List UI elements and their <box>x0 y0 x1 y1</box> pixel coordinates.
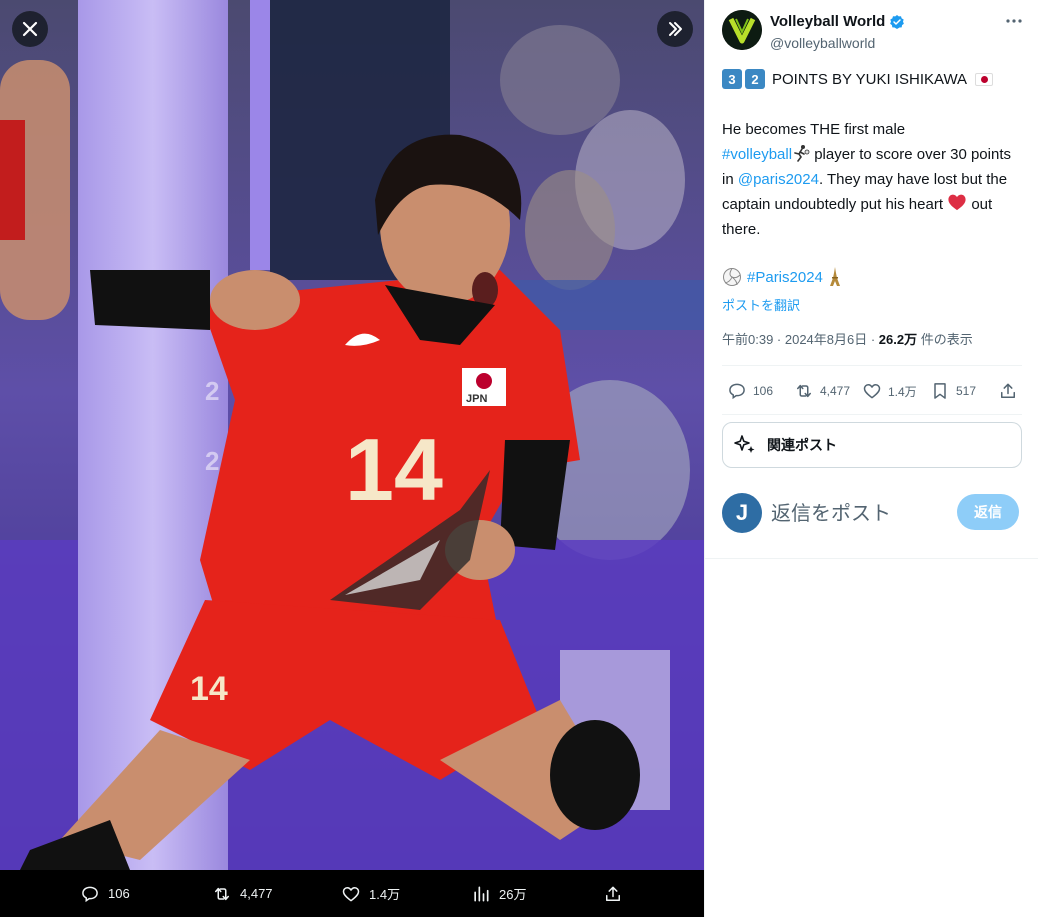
hashtag-line: #Paris2024 <box>722 267 842 287</box>
sparkle-icon <box>734 435 755 453</box>
media-like-button[interactable]: 1.4万 <box>341 870 400 917</box>
media-view-count: 26万 <box>499 887 527 902</box>
reply-icon <box>82 886 98 902</box>
tweet-action-bar: 106 4,477 1.4万 517 <box>722 372 1022 410</box>
divider <box>705 558 1038 559</box>
share-icon <box>1001 383 1015 398</box>
related-posts-label: 関連ポスト <box>767 437 837 453</box>
reply-icon <box>729 383 745 400</box>
expand-panel-button[interactable] <box>657 11 693 47</box>
author-avatar[interactable] <box>722 10 762 50</box>
body-text-1: He becomes THE first male <box>722 121 906 138</box>
heart-icon <box>342 886 360 901</box>
headline-text: POINTS BY YUKI ISHIKAWA <box>772 70 968 88</box>
reply-count: 106 <box>753 384 774 398</box>
like-button[interactable]: 1.4万 <box>862 372 917 410</box>
media-action-bar: 106 4,477 1.4万 26万 <box>0 870 704 917</box>
more-options-button[interactable] <box>1001 8 1027 34</box>
tweet-photo: 14 14 JPN 2 2 <box>0 0 704 870</box>
share-icon <box>606 886 620 901</box>
media-reply-count: 106 <box>108 886 130 901</box>
tweet-headline: 3 2 POINTS BY YUKI ISHIKAWA <box>722 69 994 89</box>
share-button[interactable] <box>998 372 1018 410</box>
current-user-avatar[interactable]: J <box>722 493 762 533</box>
media-repost-count: 4,477 <box>240 886 273 901</box>
japan-flag-icon <box>975 72 994 86</box>
like-count: 1.4万 <box>888 384 917 399</box>
mention-paris2024-link[interactable]: @paris2024 <box>738 171 819 188</box>
related-posts-button[interactable]: 関連ポスト <box>722 422 1022 468</box>
author-handle[interactable]: @volleyballworld <box>770 35 875 51</box>
svg-text:2: 2 <box>205 446 219 476</box>
reply-input[interactable] <box>771 497 951 529</box>
tweet-meta: 午前0:39 · 2024年8月6日 · 26.2万 件の表示 <box>722 329 973 348</box>
repost-icon <box>215 887 229 900</box>
red-heart-emoji-icon <box>948 194 966 211</box>
views-bar-chart-icon <box>474 886 489 901</box>
volleyball-world-logo <box>722 10 762 50</box>
svg-text:JPN: JPN <box>466 393 487 405</box>
divider <box>722 365 1022 366</box>
reply-submit-button[interactable]: 返信 <box>957 494 1019 530</box>
volleyball-player-emoji-icon <box>794 145 810 162</box>
media-reply-button[interactable]: 106 <box>80 870 130 917</box>
keycap-digit-2: 2 <box>745 69 765 89</box>
media-like-count: 1.4万 <box>369 887 401 902</box>
media-views-button[interactable]: 26万 <box>471 870 526 917</box>
post-timestamp[interactable]: 午前0:39 · 2024年8月6日 · <box>722 332 879 347</box>
svg-text:14: 14 <box>190 670 228 708</box>
repost-icon <box>797 384 811 398</box>
verified-badge-icon <box>890 14 905 29</box>
hashtag-volleyball-link[interactable]: #volleyball <box>722 146 792 163</box>
reply-button[interactable]: 106 <box>727 372 773 410</box>
close-button[interactable] <box>12 11 48 47</box>
bookmark-count: 517 <box>956 384 977 398</box>
tweet-body: He becomes THE first male #volleyball pl… <box>722 117 1022 242</box>
translate-post-link[interactable]: ポストを翻訳 <box>722 295 800 314</box>
bookmark-button[interactable]: 517 <box>930 372 976 410</box>
more-horizontal-icon <box>1006 19 1022 23</box>
author-name[interactable]: Volleyball World <box>770 13 905 30</box>
divider <box>722 414 1022 415</box>
repost-count: 4,477 <box>820 384 851 398</box>
bookmark-icon <box>934 383 946 399</box>
repost-button[interactable]: 4,477 <box>794 372 850 410</box>
svg-text:2: 2 <box>205 376 219 406</box>
media-repost-button[interactable]: 4,477 <box>212 870 273 917</box>
eiffel-tower-emoji-icon <box>829 267 840 286</box>
hashtag-paris2024-link[interactable]: #Paris2024 <box>747 269 823 286</box>
author-name-text: Volleyball World <box>770 13 886 30</box>
double-chevron-right-icon <box>669 22 682 36</box>
jersey-number: 14 <box>345 420 443 519</box>
volleyball-emoji-icon <box>723 268 741 286</box>
view-count-label: 件の表示 <box>917 332 973 347</box>
media-share-button[interactable] <box>603 870 623 917</box>
heart-icon <box>863 384 881 399</box>
close-icon <box>22 21 38 37</box>
view-count: 26.2万 <box>878 332 918 347</box>
media-viewer: 14 14 JPN 2 2 106 4,477 1.4万 26万 <box>0 0 704 917</box>
tweet-panel: Volleyball World @volleyballworld 3 2 PO… <box>704 0 1038 917</box>
keycap-digit-3: 3 <box>722 69 742 89</box>
